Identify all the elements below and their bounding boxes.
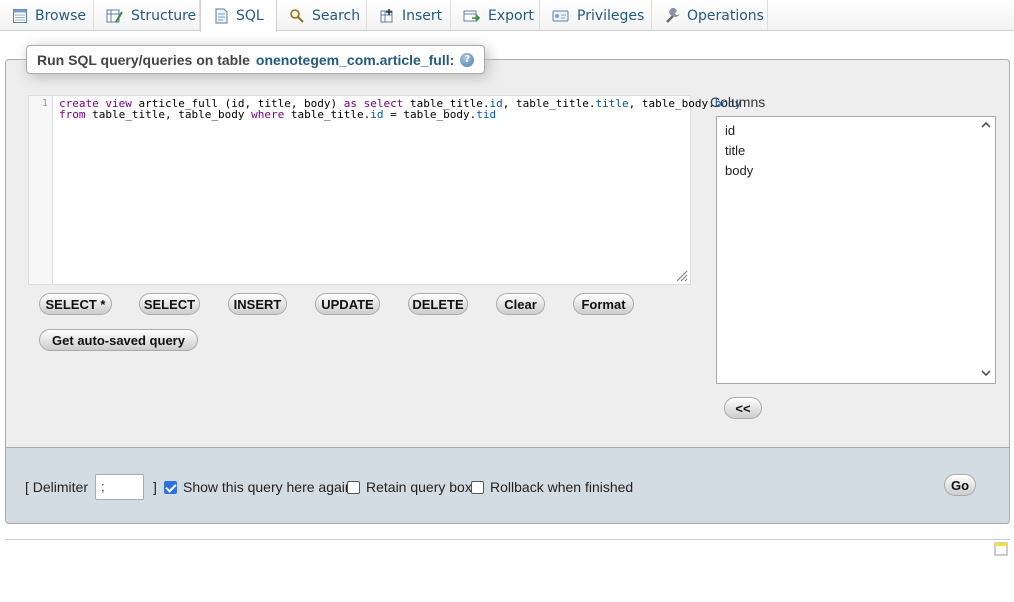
- divider: [5, 539, 1010, 540]
- tab-insert[interactable]: Insert: [367, 0, 451, 31]
- scroll-up-icon[interactable]: [980, 120, 992, 132]
- tab-label: Operations: [687, 7, 764, 24]
- columns-label: Columns: [710, 94, 766, 110]
- line-number-gutter: 1: [29, 96, 53, 284]
- go-button[interactable]: Go: [944, 474, 976, 496]
- tab-privileges[interactable]: Privileges: [540, 0, 652, 31]
- code-line: from table_title, table_body where table…: [59, 109, 741, 120]
- delimiter-input[interactable]: ;: [95, 474, 144, 500]
- sql-text: , table_title.: [502, 97, 596, 110]
- tab-structure[interactable]: Structure: [94, 0, 200, 31]
- sql-code[interactable]: create view article_full (id, title, bod…: [59, 98, 741, 120]
- tab-bar: Browse Structure SQL Search Insert Expor…: [0, 0, 1014, 32]
- line-number: 1: [41, 98, 48, 109]
- sql-icon: [215, 8, 228, 24]
- select-all-button[interactable]: SELECT *: [39, 293, 112, 315]
- sql-editor[interactable]: 1 create view article_full (id, title, b…: [28, 95, 741, 285]
- tab-operations[interactable]: Operations: [652, 0, 768, 31]
- sql-column-ref: id: [370, 108, 384, 121]
- columns-list[interactable]: id title body: [716, 116, 996, 384]
- delimiter-label: [ Delimiter: [25, 479, 89, 495]
- tab-label: Export: [488, 7, 534, 24]
- resize-grip-icon[interactable]: [676, 270, 688, 282]
- insert-columns-button[interactable]: <<: [724, 397, 762, 419]
- sql-column-ref: title: [595, 97, 629, 110]
- sql-column-ref: tid: [476, 108, 497, 121]
- structure-icon: [106, 9, 123, 23]
- get-auto-saved-query-button[interactable]: Get auto-saved query: [39, 329, 198, 351]
- tab-search[interactable]: Search: [277, 0, 367, 31]
- sql-keyword: from: [59, 108, 86, 121]
- insert-icon: [380, 8, 393, 22]
- retain-query-box-label: Retain query box: [366, 479, 472, 495]
- insert-button[interactable]: INSERT: [228, 293, 287, 315]
- update-button[interactable]: UPDATE: [315, 293, 380, 315]
- format-button[interactable]: Format: [573, 293, 634, 315]
- tab-label: SQL: [236, 8, 264, 24]
- tab-label: Insert: [402, 7, 443, 24]
- operations-icon: [666, 7, 680, 23]
- tab-label: Structure: [131, 7, 197, 24]
- show-query-checkbox[interactable]: [164, 481, 177, 494]
- column-option[interactable]: title: [725, 141, 745, 161]
- sql-text: , table_body.: [628, 97, 715, 110]
- sql-text: table_title, table_body: [85, 108, 252, 121]
- tab-label: Search: [312, 7, 361, 24]
- tab-browse[interactable]: Browse: [0, 0, 94, 31]
- tab-sql[interactable]: SQL: [200, 0, 277, 32]
- panel-legend: Run SQL query/queries on table onenotege…: [26, 45, 486, 74]
- privileges-icon: [552, 10, 569, 21]
- sticky-note-icon[interactable]: [994, 542, 1008, 556]
- help-icon[interactable]: ?: [460, 52, 475, 67]
- rollback-checkbox[interactable]: [471, 481, 484, 494]
- sql-keyword: where: [251, 108, 285, 121]
- sql-text: table_title.: [284, 108, 371, 121]
- browse-icon: [13, 8, 27, 23]
- sql-text: = table_body.: [383, 108, 477, 121]
- select-button[interactable]: SELECT: [139, 293, 200, 315]
- table-name-link[interactable]: onenotegem_com.article_full:: [256, 52, 454, 68]
- clear-button[interactable]: Clear: [496, 293, 545, 315]
- rollback-label: Rollback when finished: [490, 479, 634, 495]
- export-icon: [463, 10, 481, 22]
- search-icon: [290, 8, 304, 23]
- tab-export[interactable]: Export: [451, 0, 540, 31]
- query-options-bar: [ Delimiter ; ] Show this query here aga…: [5, 447, 1010, 524]
- delimiter-close-bracket: ]: [153, 479, 157, 495]
- tab-label: Privileges: [577, 7, 645, 24]
- scroll-down-icon[interactable]: [980, 368, 992, 380]
- legend-text: Run SQL query/queries on table: [37, 51, 250, 68]
- tab-label: Browse: [35, 7, 86, 24]
- show-query-label: Show this query here again: [183, 479, 353, 495]
- retain-query-box-checkbox[interactable]: [347, 481, 360, 494]
- column-option[interactable]: body: [725, 161, 753, 181]
- column-option[interactable]: id: [725, 121, 735, 141]
- delete-button[interactable]: DELETE: [408, 293, 468, 315]
